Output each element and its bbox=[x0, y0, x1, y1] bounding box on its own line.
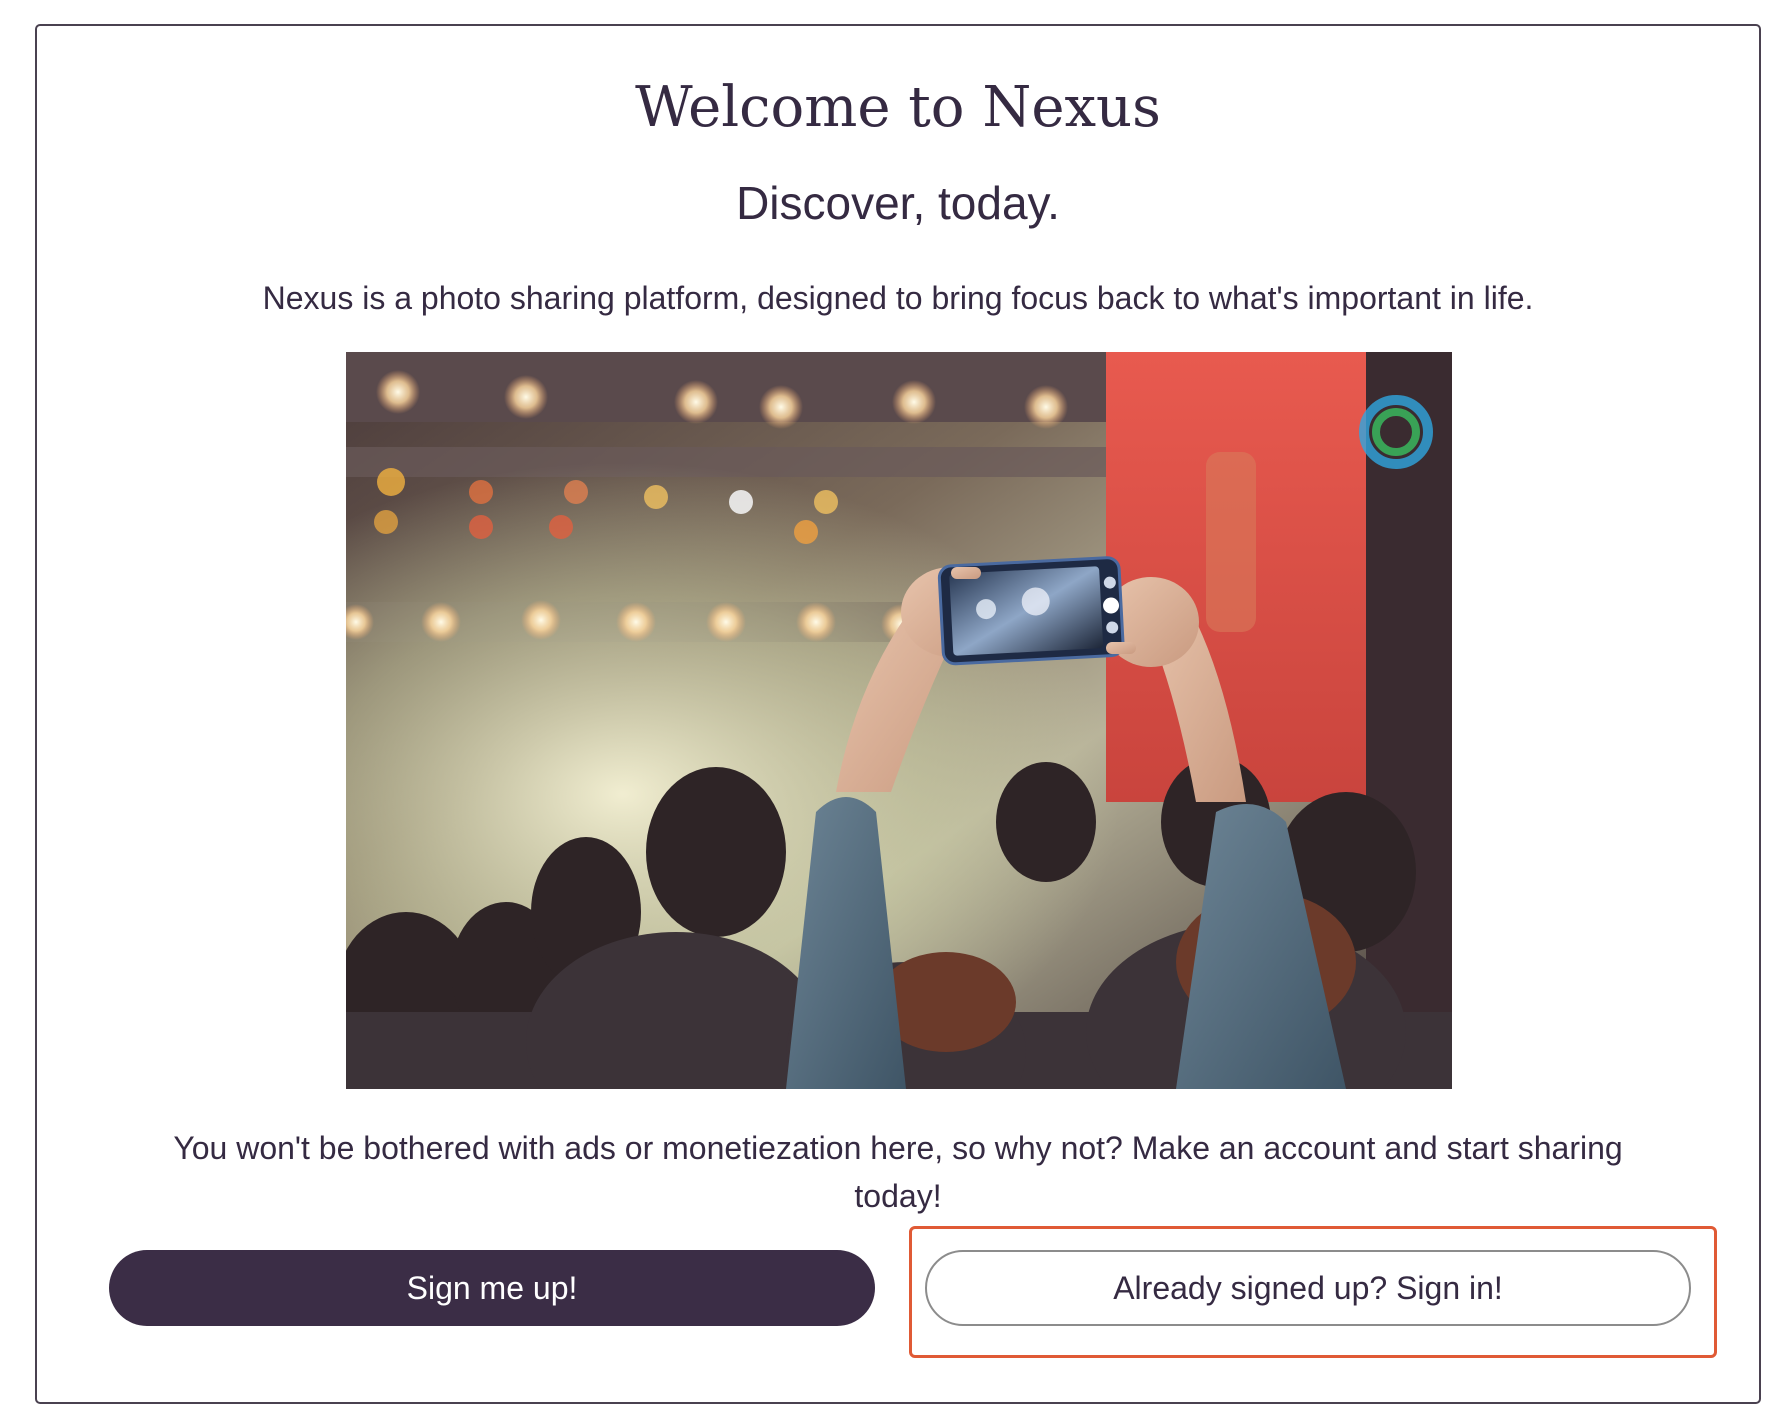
welcome-card: Welcome to Nexus Discover, today. Nexus … bbox=[35, 24, 1761, 1404]
sign-in-button[interactable]: Already signed up? Sign in! bbox=[925, 1250, 1691, 1326]
pitch-text: You won't be bothered with ads or moneti… bbox=[173, 1130, 1623, 1214]
hero-image-concert-phone bbox=[346, 352, 1452, 1089]
page-description: Nexus is a photo sharing platform, desig… bbox=[262, 280, 1534, 316]
page-title: Welcome to Nexus bbox=[635, 75, 1161, 140]
page-subtitle: Discover, today. bbox=[736, 177, 1060, 229]
sign-up-button[interactable]: Sign me up! bbox=[109, 1250, 875, 1326]
